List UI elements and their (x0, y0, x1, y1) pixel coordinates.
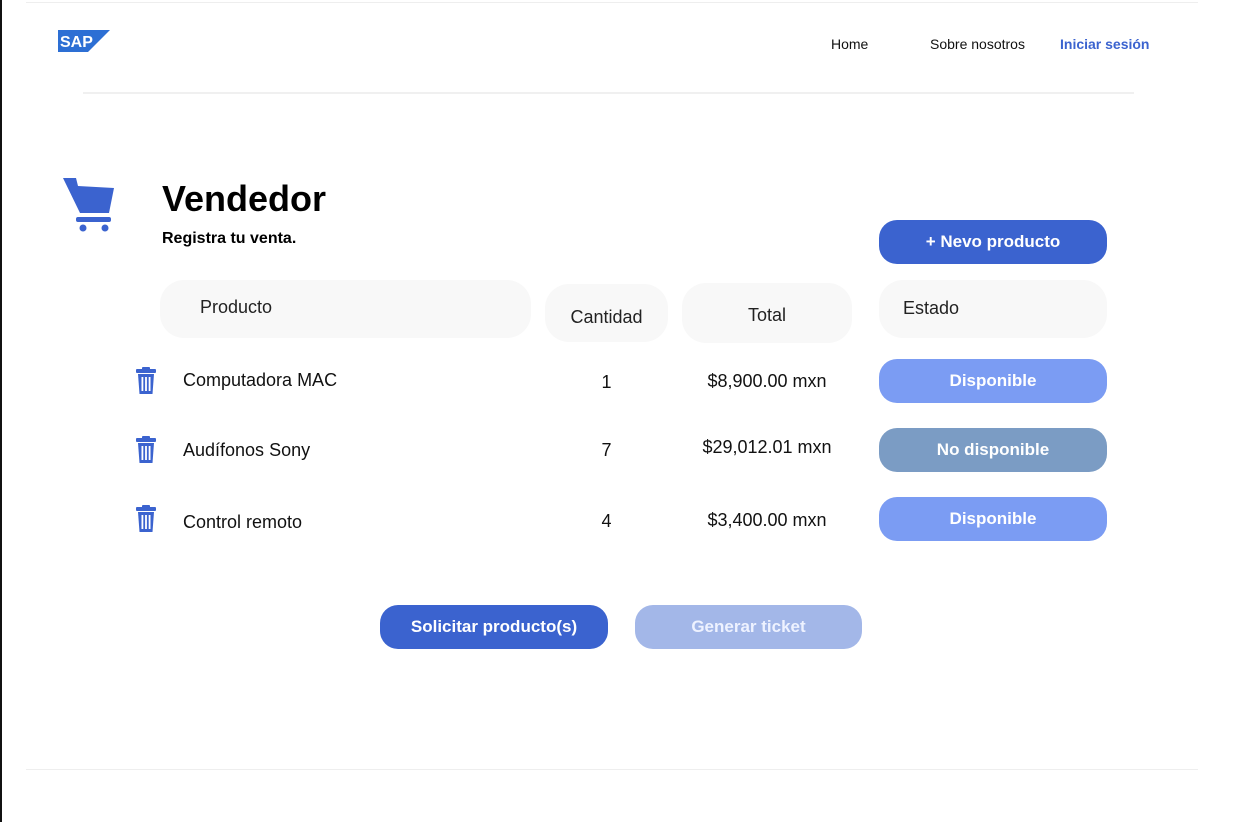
product-quantity: 4 (601, 511, 612, 531)
table-row: Control remoto 4 $3,400.00 mxn Disponibl… (0, 497, 1253, 541)
product-name: Control remoto (183, 512, 303, 532)
column-header-total: Total (682, 283, 852, 343)
column-header-status: Estado (879, 280, 1107, 338)
generate-ticket-button[interactable]: Generar ticket (635, 605, 862, 649)
product-name: Audífonos Sony (183, 440, 311, 460)
nav-login[interactable]: Iniciar sesión (1060, 36, 1149, 52)
trash-icon[interactable] (136, 367, 156, 394)
nav-about[interactable]: Sobre nosotros (930, 36, 1025, 52)
status-badge[interactable]: Disponible (879, 359, 1107, 403)
trash-icon[interactable] (136, 436, 156, 463)
page-subtitle: Registra tu venta. (162, 230, 297, 247)
status-badge[interactable]: Disponible (879, 497, 1107, 541)
column-header-product: Producto (160, 280, 531, 338)
product-name: Computadora MAC (183, 370, 338, 390)
sap-logo[interactable]: SAP (58, 30, 110, 52)
request-products-button[interactable]: Solicitar producto(s) (380, 605, 608, 649)
product-quantity: 7 (601, 440, 612, 460)
header-divider (83, 92, 1134, 94)
product-total: $3,400.00 mxn (707, 510, 827, 530)
logo-text: SAP (60, 34, 93, 51)
shopping-cart-icon (63, 178, 114, 232)
footer-divider (26, 769, 1198, 770)
top-divider (26, 2, 1198, 3)
product-quantity: 1 (601, 372, 612, 392)
nav-home[interactable]: Home (831, 36, 868, 52)
status-badge[interactable]: No disponible (879, 428, 1107, 472)
product-total: $29,012.01 mxn (702, 437, 832, 457)
frame-border (0, 0, 2, 822)
table-row: Audífonos Sony 7 $29,012.01 mxn No dispo… (0, 428, 1253, 472)
product-total: $8,900.00 mxn (707, 371, 827, 391)
column-header-quantity: Cantidad (545, 284, 668, 342)
table-row: Computadora MAC 1 $8,900.00 mxn Disponib… (0, 359, 1253, 403)
page-title: Vendedor (162, 178, 327, 219)
trash-icon[interactable] (136, 505, 156, 532)
new-product-button[interactable]: + Nevo producto (879, 220, 1107, 264)
